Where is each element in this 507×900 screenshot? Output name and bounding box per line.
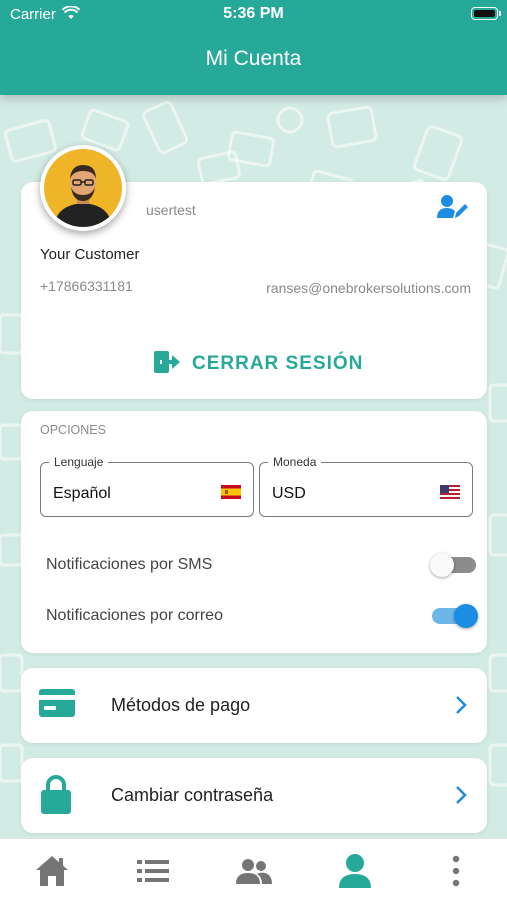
more-vertical-icon[interactable] (438, 853, 474, 889)
currency-label: Moneda (268, 455, 322, 469)
chevron-right-icon (455, 695, 467, 720)
home-icon[interactable] (34, 853, 70, 889)
options-section-title: OPCIONES (40, 423, 106, 437)
sms-notifications-toggle[interactable] (430, 553, 476, 577)
status-bar: Carrier 5:36 PM (0, 0, 507, 30)
user-avatar-icon (44, 149, 122, 227)
account-icon[interactable] (337, 853, 373, 889)
change-password-item[interactable]: Cambiar contraseña (21, 758, 487, 833)
language-select[interactable]: Lenguaje Español (40, 455, 254, 517)
payment-methods-label: Métodos de pago (111, 695, 251, 715)
currency-select[interactable]: Moneda USD (259, 455, 473, 517)
phone-number: +17866331181 (40, 278, 133, 294)
logout-icon (154, 350, 180, 378)
users-icon[interactable] (236, 853, 272, 889)
spain-flag-icon (221, 485, 241, 499)
sms-notifications-row: Notificaciones por SMS (46, 553, 476, 577)
sms-notifications-label: Notificaciones por SMS (46, 556, 213, 573)
email-notifications-row: Notificaciones por correo (46, 604, 478, 628)
username: usertest (146, 202, 196, 218)
email-notifications-toggle[interactable] (432, 604, 478, 628)
language-value: Español (53, 485, 111, 502)
page-title: Mi Cuenta (205, 47, 302, 70)
lock-icon (41, 774, 71, 819)
list-icon[interactable] (135, 853, 171, 889)
options-card: OPCIONES Lenguaje Español Moneda USD Not… (21, 411, 487, 653)
edit-user-icon[interactable] (437, 194, 469, 225)
email-address: ranses@onebrokersolutions.com (266, 280, 471, 296)
avatar[interactable] (40, 145, 126, 231)
full-name: Your Customer (40, 246, 140, 263)
usa-flag-icon (440, 485, 460, 499)
battery-icon (471, 7, 501, 20)
logout-label: CERRAR SESIÓN (192, 353, 364, 374)
change-password-label: Cambiar contraseña (111, 785, 274, 805)
logout-button[interactable]: CERRAR SESIÓN (154, 350, 364, 378)
bottom-navigation (0, 838, 507, 900)
status-time: 5:36 PM (223, 5, 284, 22)
chevron-right-icon (455, 785, 467, 810)
app-header: Carrier 5:36 PM Mi Cuenta (0, 0, 507, 95)
language-label: Lenguaje (49, 455, 109, 469)
payment-methods-item[interactable]: Métodos de pago (21, 668, 487, 743)
currency-value: USD (272, 485, 306, 502)
email-notifications-label: Notificaciones por correo (46, 607, 223, 624)
credit-card-icon (39, 688, 75, 723)
